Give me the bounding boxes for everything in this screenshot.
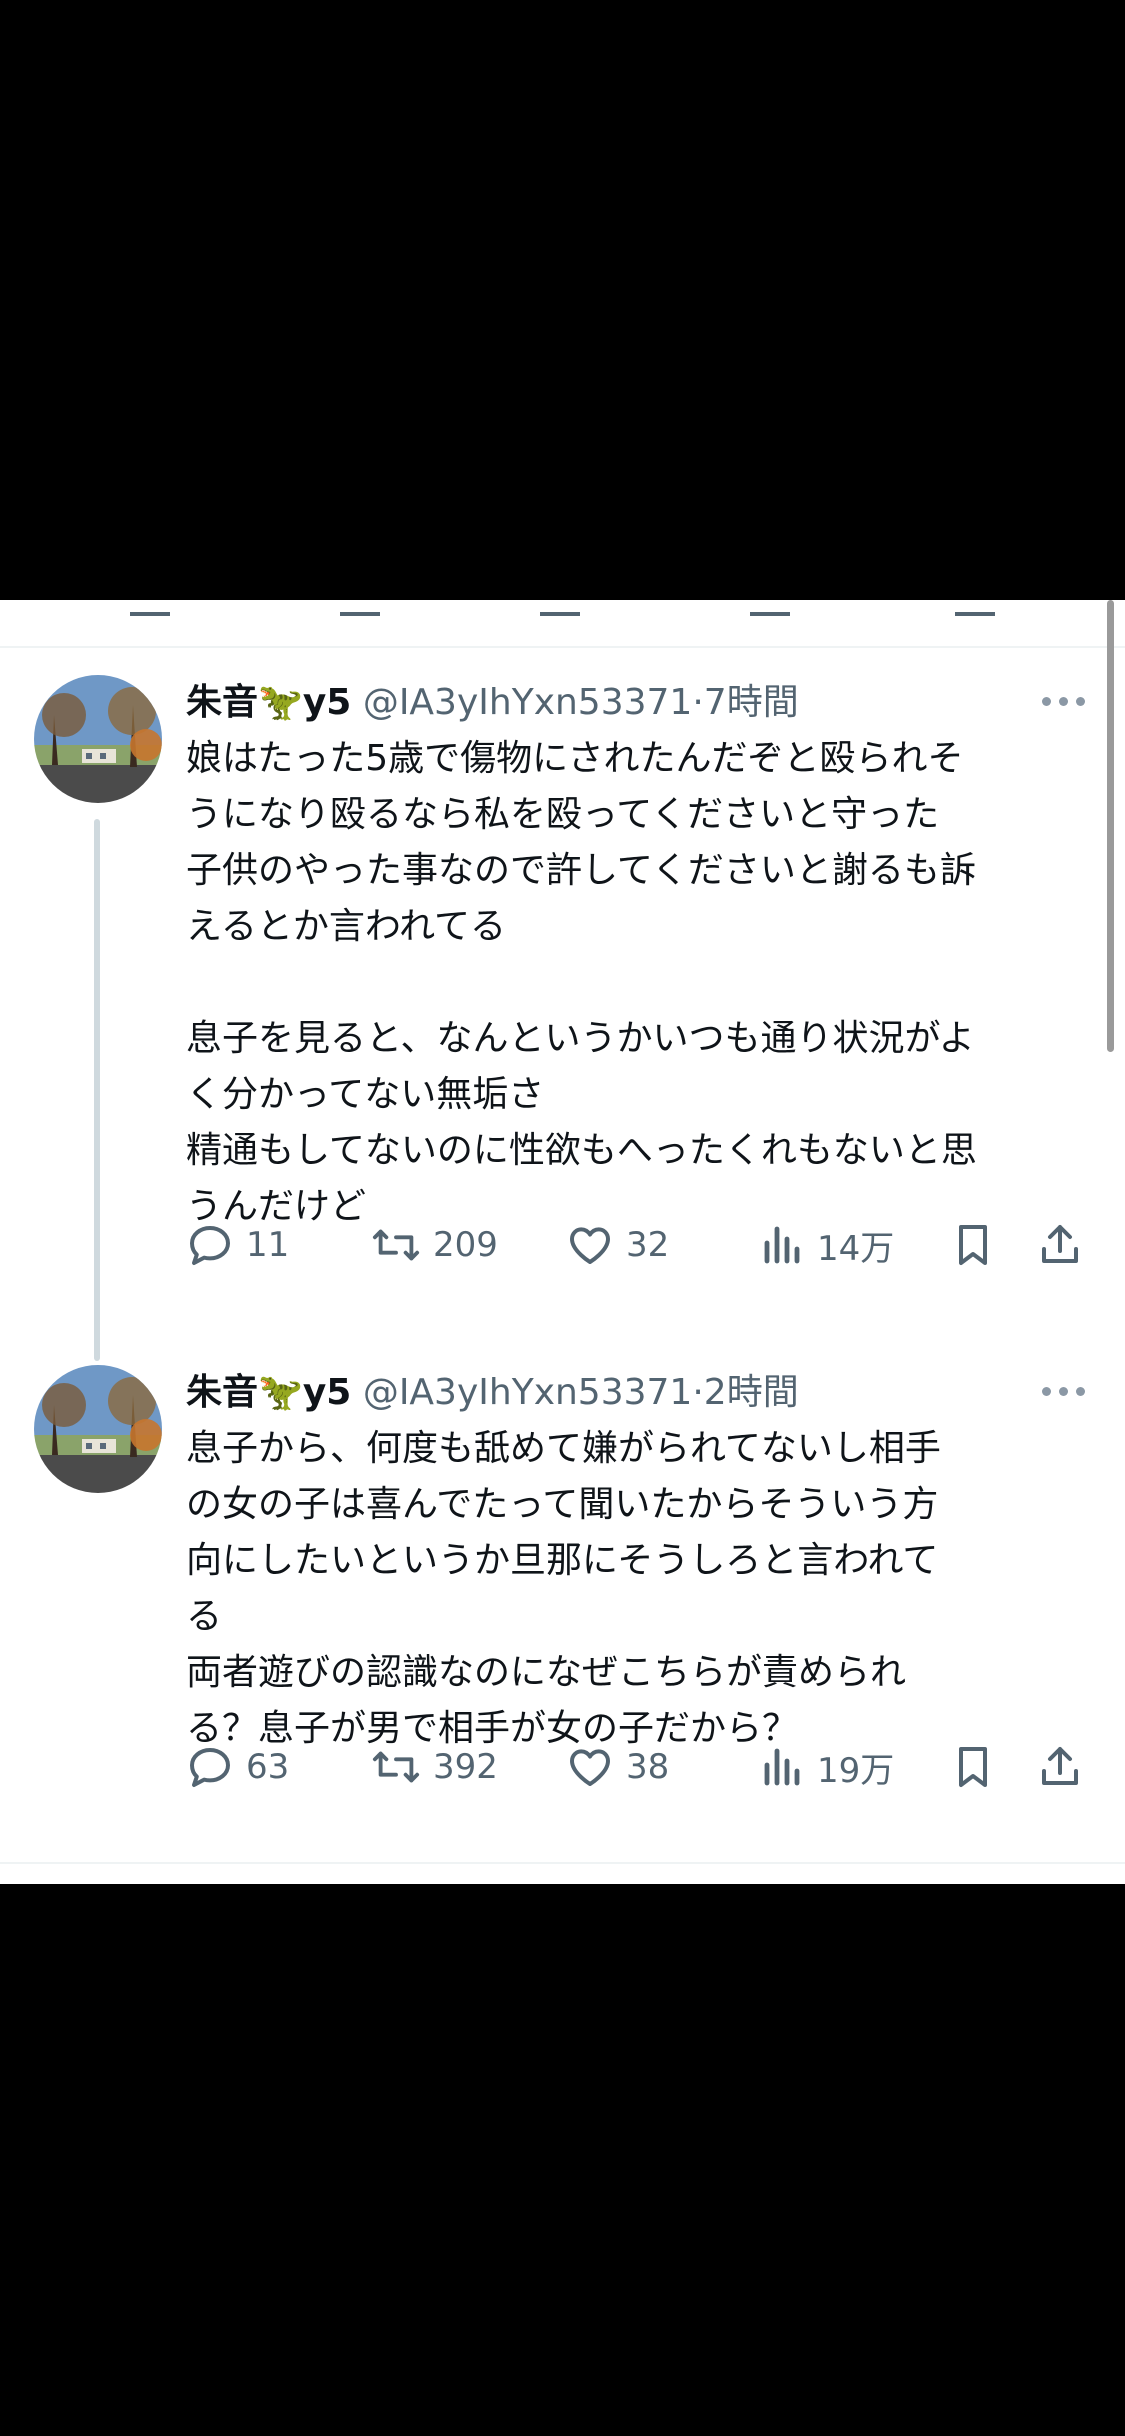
display-name-suffix[interactable]: y5	[303, 682, 352, 723]
user-handle[interactable]: @IA3yIhYxn53371	[363, 682, 693, 723]
like-icon[interactable]	[540, 600, 580, 616]
reply-button[interactable]: 63	[186, 1737, 289, 1797]
black-letterbox-top	[0, 0, 1125, 600]
scrollbar[interactable]	[1107, 600, 1114, 1052]
retweet-count: 392	[433, 1747, 498, 1787]
like-icon	[570, 1227, 610, 1264]
timestamp[interactable]: 2時間	[704, 1372, 799, 1413]
tweet-text: 娘はたった5歳で傷物にされたんだぞと殴られそ うになり殴るなら私を殴ってください…	[186, 738, 977, 1227]
thread-line	[94, 819, 100, 1361]
bookmark-button[interactable]	[951, 1215, 995, 1275]
views-button[interactable]: 19万	[761, 1737, 894, 1797]
bookmark-icon	[959, 1225, 987, 1265]
tweet-text: 息子から、何度も舐めて嫌がられてないし相手 の女の子は喜んでたって聞いたからそう…	[186, 1428, 941, 1749]
display-name[interactable]: 朱音	[186, 1372, 258, 1413]
like-count: 38	[626, 1747, 670, 1787]
tweet-actions: 11 209 32 14万	[186, 1215, 1086, 1275]
retweet-icon[interactable]	[340, 600, 380, 616]
divider	[0, 646, 1125, 648]
share-icon	[1042, 1225, 1078, 1263]
share-button[interactable]	[1036, 1215, 1084, 1275]
more-icon[interactable]	[1040, 1381, 1088, 1401]
avatar[interactable]	[34, 675, 162, 803]
avatar-image	[34, 675, 162, 803]
bookmark-icon	[959, 1747, 987, 1787]
avatar-image	[34, 1365, 162, 1493]
timeline-panel: 朱音🦖y5 @IA3yIhYxn53371·7時間 娘はたった5歳で傷物にされた…	[0, 600, 1125, 1884]
reply-icon	[190, 1226, 230, 1265]
dinosaur-emoji: 🦖	[258, 682, 303, 723]
more-icon[interactable]	[1040, 691, 1088, 711]
share-icon	[1042, 1747, 1078, 1785]
dinosaur-emoji: 🦖	[258, 1372, 303, 1413]
tweet-header: 朱音🦖y5 @IA3yIhYxn53371·7時間	[186, 675, 1066, 731]
retweet-icon	[372, 1751, 420, 1783]
user-handle[interactable]: @IA3yIhYxn53371	[363, 1372, 693, 1413]
separator-dot: ·	[692, 682, 704, 723]
tweet-actions: 63 392 38 19万	[186, 1737, 1086, 1797]
retweet-button[interactable]: 392	[371, 1737, 498, 1797]
avatar[interactable]	[34, 1365, 162, 1493]
like-button[interactable]: 38	[566, 1737, 669, 1797]
display-name-suffix[interactable]: y5	[303, 1372, 352, 1413]
like-count: 32	[626, 1225, 670, 1265]
tweet-header: 朱音🦖y5 @IA3yIhYxn53371·2時間	[186, 1365, 1066, 1421]
black-letterbox-bottom	[0, 1884, 1125, 2436]
bookmark-icon[interactable]	[750, 600, 790, 616]
timestamp[interactable]: 7時間	[704, 682, 799, 723]
previous-tweet-actions	[0, 600, 1125, 646]
views-icon	[764, 1748, 800, 1786]
separator-dot: ·	[692, 1372, 704, 1413]
retweet-count: 209	[433, 1225, 498, 1265]
views-icon	[764, 1226, 800, 1264]
like-button[interactable]: 32	[566, 1215, 669, 1275]
reply-icon[interactable]	[130, 600, 170, 616]
retweet-button[interactable]: 209	[371, 1215, 498, 1275]
views-button[interactable]: 14万	[761, 1215, 894, 1275]
bookmark-button[interactable]	[951, 1737, 995, 1797]
display-name[interactable]: 朱音	[186, 682, 258, 723]
retweet-icon	[372, 1229, 420, 1261]
share-icon[interactable]	[955, 600, 995, 616]
view-count: 14万	[817, 1228, 895, 1269]
divider	[0, 1862, 1125, 1864]
view-count: 19万	[817, 1750, 895, 1791]
like-icon	[570, 1749, 610, 1786]
reply-count: 63	[246, 1747, 290, 1787]
share-button[interactable]	[1036, 1737, 1084, 1797]
reply-button[interactable]: 11	[186, 1215, 289, 1275]
reply-icon	[190, 1748, 230, 1787]
reply-count: 11	[246, 1225, 290, 1265]
